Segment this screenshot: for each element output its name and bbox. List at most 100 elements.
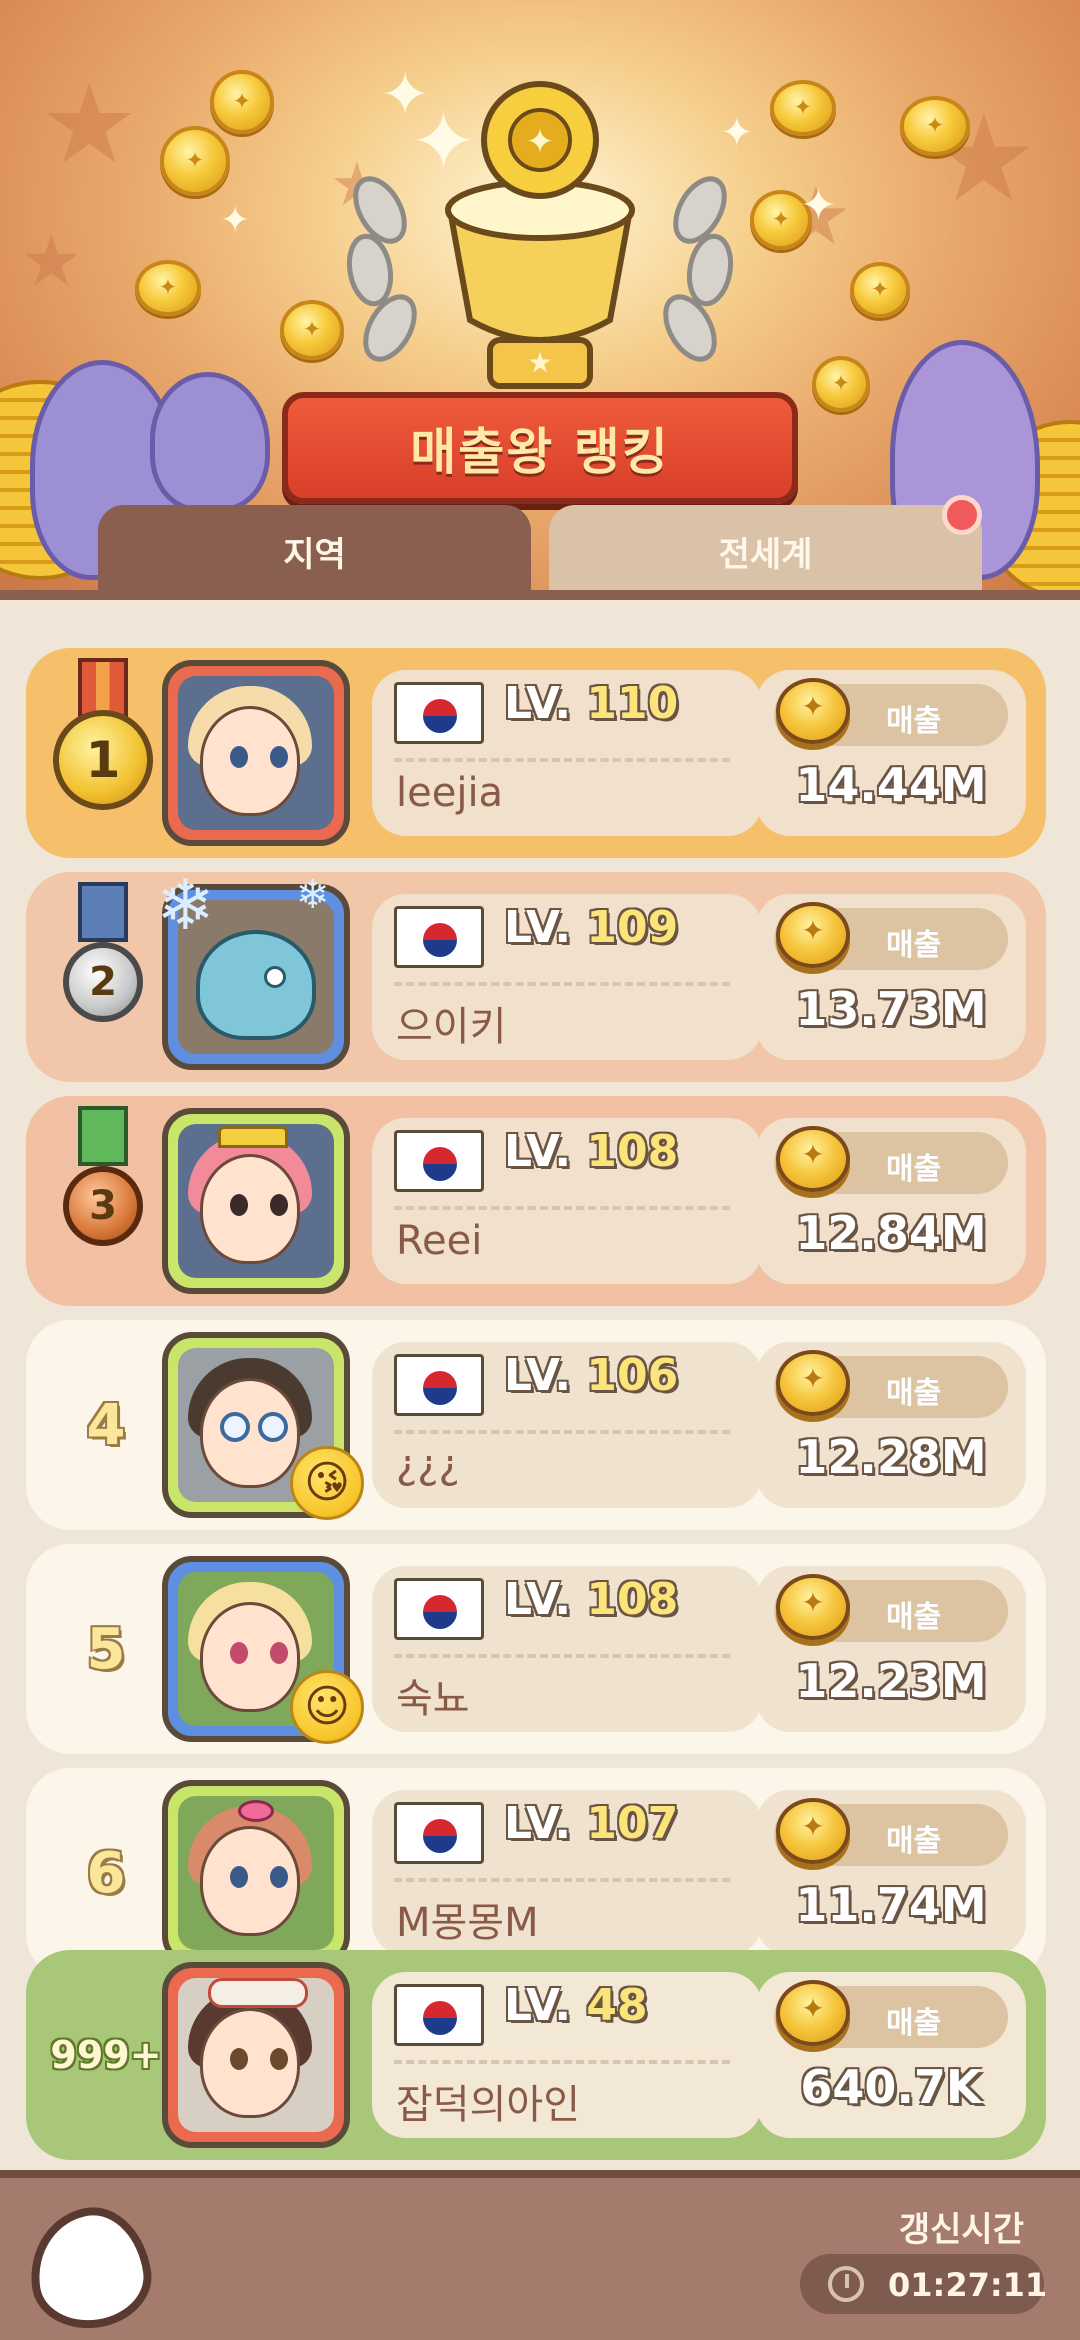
coin-icon (135, 260, 201, 316)
ranking-row-1[interactable]: 1 LV. 110 leejia 매출 14.44M (26, 648, 1046, 858)
sales-panel: 매출 13.73M (756, 894, 1026, 1060)
smile-emoji-icon: ☺ (290, 1670, 364, 1744)
clock-icon (828, 2266, 864, 2302)
sales-value: 640.7K (800, 2060, 982, 2114)
page-title: 매출왕 랭킹 (410, 423, 670, 481)
svg-text:★: ★ (527, 346, 552, 379)
coin-icon (776, 1798, 850, 1864)
mascot-left-glasses-icon (150, 372, 270, 512)
sales-value: 12.23M (795, 1654, 987, 1708)
player-level: LV. 108 (504, 1574, 679, 1625)
player-info: LV. 109 으이키 (372, 894, 762, 1060)
sales-panel: 매출 12.28M (756, 1342, 1026, 1508)
korea-flag-icon (394, 1578, 484, 1640)
player-name: ¿¿¿ (396, 1442, 460, 1488)
sales-value: 12.28M (795, 1430, 987, 1484)
rank-number: 2 (89, 959, 117, 1005)
sales-label: 매출 (886, 2006, 942, 2041)
rank-number: 3 (89, 1183, 117, 1229)
coin-icon (776, 678, 850, 744)
sales-label: 매출 (886, 1376, 942, 1411)
korea-flag-icon (394, 906, 484, 968)
sales-label: 매출 (886, 1600, 942, 1635)
rank-number: 6 (86, 1840, 126, 1906)
coin-icon (776, 1126, 850, 1192)
rank-number: 5 (86, 1616, 126, 1682)
my-rank-number: 999+ (50, 2033, 162, 2077)
sparkle-icon: ✦ (220, 200, 251, 241)
header-divider (0, 590, 1080, 600)
tab-global[interactable]: 전세계 (549, 495, 982, 597)
bronze-medal-icon: 3 (40, 1106, 166, 1296)
player-info: LV. 108 Reei (372, 1118, 762, 1284)
player-name: Reei (396, 1218, 483, 1264)
ranking-row-2[interactable]: 2 ❄ ❄ LV. 109 으이키 매출 13.73M (26, 864, 1046, 1082)
sales-value: 14.44M (795, 758, 987, 812)
player-info: LV. 106 ¿¿¿ (372, 1342, 762, 1508)
player-name: M몽몽M (396, 1900, 539, 1946)
ranking-tabs: 지역 전세계 (98, 495, 982, 597)
trophy-icon: ✦ ★ (346, 81, 734, 389)
sales-value: 11.74M (795, 1878, 987, 1932)
gold-medal-icon: 1 (40, 658, 166, 848)
avatar[interactable] (162, 1780, 350, 1966)
coin-icon (280, 300, 344, 360)
player-level: LV. 106 (504, 1350, 679, 1401)
sales-label: 매출 (886, 1152, 942, 1187)
avatar[interactable] (162, 1108, 350, 1294)
title-ribbon: 매출왕 랭킹 (282, 392, 798, 504)
coin-icon (900, 96, 970, 156)
player-info: LV. 107 M몽몽M (372, 1790, 762, 1956)
korea-flag-icon (394, 1984, 484, 2046)
header-banner: ★ ★ ★ ★ ★ ✦ ✦ ✦ ✦ ✦ ✦ ★ 매 (0, 0, 1080, 600)
player-name: 으이키 (396, 1004, 507, 1050)
my-ranking-row[interactable]: 999+ LV. 48 잡덕의아인 매출 640.7K (26, 1950, 1046, 2160)
player-info: LV. 108 숙뇨 (372, 1566, 762, 1732)
svg-text:✦: ✦ (526, 122, 555, 162)
ranking-row-6[interactable]: 6 LV. 107 M몽몽M 매출 11.74M (26, 1768, 1046, 1978)
sales-label: 매출 (886, 928, 942, 963)
back-button[interactable] (22, 2200, 158, 2336)
sales-value: 12.84M (795, 1206, 987, 1260)
coin-icon (160, 126, 230, 196)
tab-region[interactable]: 지역 (98, 505, 531, 597)
korea-flag-icon (394, 1802, 484, 1864)
player-level: LV. 110 (504, 678, 679, 729)
ranking-row-4[interactable]: 4 😘 LV. 106 ¿¿¿ 매출 12.28M (26, 1320, 1046, 1530)
korea-flag-icon (394, 1354, 484, 1416)
coin-icon (770, 80, 836, 136)
rank-number: 1 (85, 731, 121, 789)
coin-icon (776, 1350, 850, 1416)
bottom-bar: 갱신시간 01:27:11 (0, 2170, 1080, 2340)
refresh-label: 갱신시간 (898, 2210, 1024, 2250)
sparkle-icon: ✦ (800, 180, 837, 231)
snowflake-icon: ❄ (156, 864, 215, 946)
player-info: LV. 48 잡덕의아인 (372, 1972, 762, 2138)
sales-panel: 매출 12.23M (756, 1566, 1026, 1732)
sales-panel: 매출 11.74M (756, 1790, 1026, 1956)
my-avatar[interactable] (162, 1962, 350, 2148)
coin-icon (776, 1980, 850, 2046)
coin-icon (776, 1574, 850, 1640)
sales-panel: 매출 640.7K (756, 1972, 1026, 2138)
tab-label: 지역 (283, 534, 346, 575)
kiss-emoji-icon: 😘 (290, 1446, 364, 1520)
korea-flag-icon (394, 682, 484, 744)
coin-icon (776, 902, 850, 968)
ranking-row-5[interactable]: 5 ☺ LV. 108 숙뇨 매출 12.23M (26, 1544, 1046, 1754)
sales-label: 매출 (886, 704, 942, 739)
refresh-timer: 01:27:11 (800, 2254, 1047, 2314)
player-name: leejia (396, 770, 504, 816)
ranking-list[interactable]: 1 LV. 110 leejia 매출 14.44M (0, 602, 1080, 2170)
sales-panel: 매출 14.44M (756, 670, 1026, 836)
notification-dot-icon (942, 495, 982, 535)
ranking-row-3[interactable]: 3 LV. 108 Reei 매출 12.84M (26, 1096, 1046, 1306)
player-name: 잡덕의아인 (396, 2082, 580, 2128)
player-level: LV. 109 (504, 902, 679, 953)
avatar[interactable] (162, 660, 350, 846)
coin-icon (850, 262, 910, 318)
tab-label: 전세계 (718, 534, 813, 575)
player-name: 숙뇨 (396, 1676, 470, 1722)
korea-flag-icon (394, 1130, 484, 1192)
sales-label: 매출 (886, 1824, 942, 1859)
